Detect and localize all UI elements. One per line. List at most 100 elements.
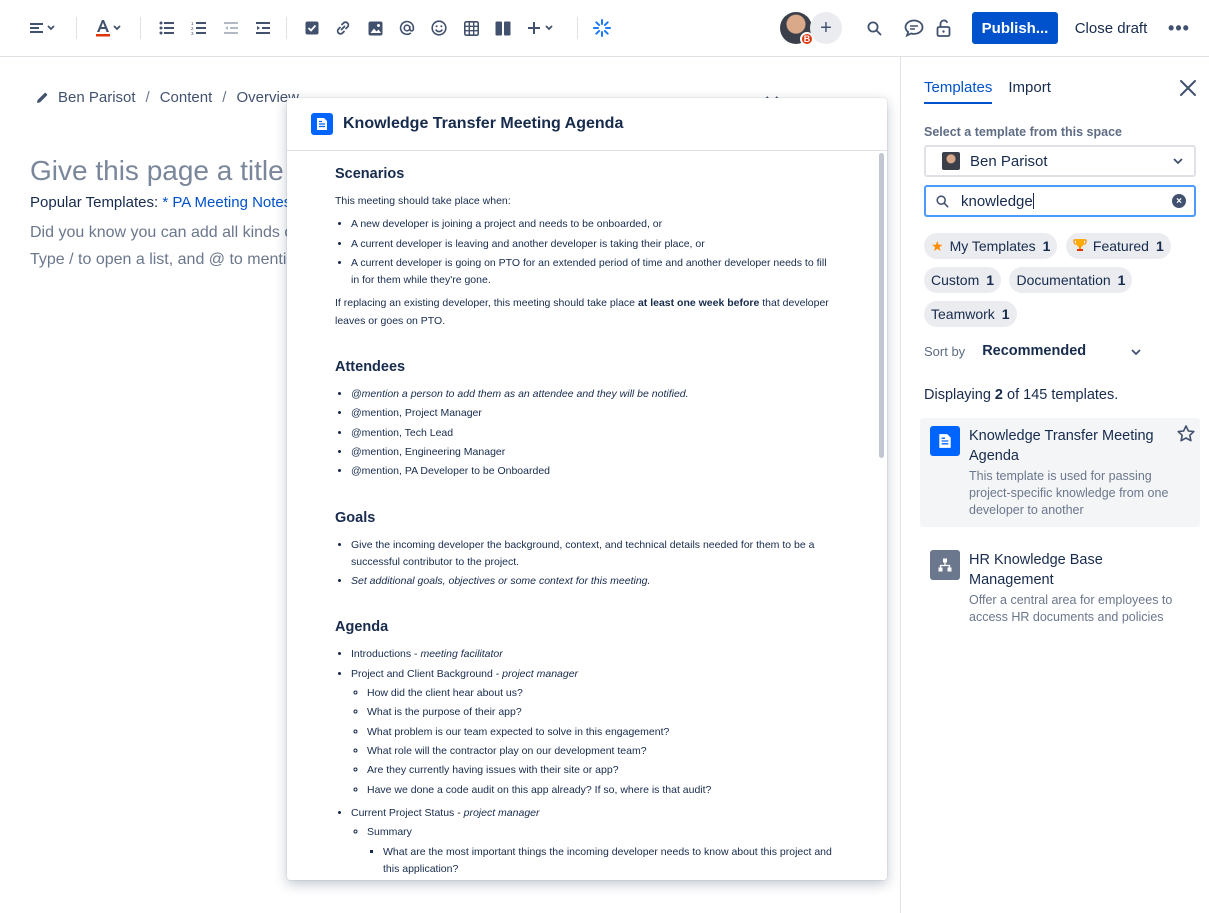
templates-toggle-button[interactable] bbox=[591, 12, 613, 44]
template-search-input[interactable]: knowledge × bbox=[924, 185, 1196, 217]
template-description: This template is used for passing projec… bbox=[969, 469, 1169, 517]
close-draft-button[interactable]: Close draft bbox=[1068, 12, 1154, 44]
link-button[interactable] bbox=[333, 12, 353, 44]
more-actions-button[interactable]: ••• bbox=[1166, 12, 1192, 44]
outdent-button[interactable] bbox=[221, 12, 241, 44]
filter-chip-custom[interactable]: Custom 1 bbox=[924, 267, 1002, 293]
section-heading: Goals bbox=[335, 509, 376, 526]
space-avatar bbox=[942, 152, 960, 170]
sort-control: Sort by Recommended bbox=[924, 343, 1142, 359]
chip-count: 1 bbox=[1155, 238, 1164, 254]
page-title-input[interactable]: Give this page a title bbox=[30, 155, 284, 187]
breadcrumb-separator: / bbox=[145, 89, 150, 106]
template-filter-chips: ★ My Templates 1 Featured 1 Custom 1 Doc… bbox=[924, 233, 1204, 335]
table-button[interactable] bbox=[461, 12, 481, 44]
search-value: knowledge bbox=[961, 192, 1033, 210]
chip-label: Documentation bbox=[1016, 272, 1111, 288]
sub-list: How did the client hear about us? What i… bbox=[351, 685, 835, 799]
star-outline-icon[interactable] bbox=[1176, 424, 1196, 444]
filter-chip-documentation[interactable]: Documentation 1 bbox=[1009, 267, 1133, 293]
chip-label: Featured bbox=[1092, 238, 1149, 254]
chip-count: 1 bbox=[1042, 238, 1051, 254]
template-result-item[interactable]: Knowledge Transfer Meeting Agenda This t… bbox=[920, 418, 1200, 527]
list-item: @mention, Tech Lead bbox=[351, 425, 835, 442]
toolbar-divider bbox=[140, 17, 141, 39]
template-result-item[interactable]: HR Knowledge Base Management Offer a cen… bbox=[920, 542, 1200, 634]
space-select-label: Select a template from this space bbox=[924, 125, 1122, 139]
space-select[interactable]: Ben Parisot bbox=[924, 145, 1196, 177]
preview-scrollbar[interactable] bbox=[879, 153, 884, 458]
columns-icon bbox=[495, 21, 511, 35]
list-item: Have we done a code audit on this app al… bbox=[367, 782, 835, 799]
numbered-list-button[interactable]: 123 bbox=[189, 12, 209, 44]
collaborator-avatar[interactable]: B bbox=[780, 12, 814, 46]
list-item: Current Project Status - project manager… bbox=[351, 805, 835, 878]
table-icon bbox=[463, 20, 479, 36]
panel-tabs: Templates Import bbox=[924, 79, 1067, 104]
template-title: Knowledge Transfer Meeting Agenda bbox=[969, 428, 1154, 464]
preview-content: Scenarios This meeting should take place… bbox=[335, 151, 835, 880]
breadcrumb: Ben Parisot / Content / Overview bbox=[36, 89, 299, 106]
list-item: Set additional goals, objectives or some… bbox=[351, 573, 835, 590]
invite-button[interactable]: + bbox=[810, 12, 842, 44]
list: Introductions - meeting facilitator Proj… bbox=[335, 646, 835, 878]
section-heading: Agenda bbox=[335, 619, 389, 636]
popular-template-link[interactable]: * PA Meeting Notes bbox=[162, 194, 291, 211]
sort-select[interactable]: Recommended bbox=[982, 343, 1142, 359]
list-item: Give the incoming developer the backgrou… bbox=[351, 537, 835, 572]
pencil-icon bbox=[37, 92, 48, 103]
list-item: A current developer is going on PTO for … bbox=[351, 255, 835, 290]
plus-icon bbox=[528, 22, 553, 34]
list: A new developer is joining a project and… bbox=[335, 216, 835, 289]
close-icon[interactable] bbox=[1177, 77, 1199, 99]
popular-templates: Popular Templates: * PA Meeting Notes bbox=[30, 194, 291, 211]
tab-templates[interactable]: Templates bbox=[924, 79, 993, 104]
layouts-button[interactable] bbox=[493, 12, 513, 44]
filter-chip-my-templates[interactable]: ★ My Templates 1 bbox=[924, 233, 1058, 259]
list-item: @mention, Engineering Manager bbox=[351, 444, 835, 461]
link-icon bbox=[336, 21, 350, 35]
restrictions-button[interactable] bbox=[934, 12, 954, 44]
list-item: @mention a person to add them as an atte… bbox=[351, 386, 835, 403]
action-item-button[interactable] bbox=[302, 12, 322, 44]
editor-hint: Type / to open a list, and @ to menti bbox=[30, 251, 287, 268]
emoji-button[interactable] bbox=[429, 12, 449, 44]
hierarchy-icon bbox=[930, 550, 960, 580]
filter-chip-teamwork[interactable]: Teamwork 1 bbox=[924, 301, 1017, 327]
mention-button[interactable] bbox=[397, 12, 417, 44]
inline-comment-button[interactable] bbox=[903, 12, 925, 44]
publish-button[interactable]: Publish... bbox=[972, 12, 1058, 44]
bullet-list-button[interactable] bbox=[157, 12, 177, 44]
tab-import[interactable]: Import bbox=[1008, 79, 1051, 104]
editor-toolbar: 123 B + Publish... Close draft ••• bbox=[0, 0, 1209, 57]
toolbar-divider bbox=[577, 17, 578, 39]
popular-templates-label: Popular Templates: bbox=[30, 194, 159, 211]
find-replace-button[interactable] bbox=[864, 12, 884, 44]
breadcrumb-item[interactable]: Ben Parisot bbox=[58, 89, 136, 106]
chevron-down-icon bbox=[1173, 158, 1183, 165]
clear-search-icon[interactable]: × bbox=[1172, 194, 1186, 208]
space-select-value: Ben Parisot bbox=[970, 152, 1048, 170]
more-icon: ••• bbox=[1168, 17, 1190, 38]
image-button[interactable] bbox=[365, 12, 385, 44]
breadcrumb-item[interactable]: Content bbox=[160, 89, 213, 106]
document-icon bbox=[311, 113, 333, 135]
template-preview: Knowledge Transfer Meeting Agenda Scenar… bbox=[287, 98, 887, 880]
filter-chip-featured[interactable]: Featured 1 bbox=[1065, 233, 1171, 259]
list-item: Project and Client Background - project … bbox=[351, 666, 835, 799]
list-item: What role will the contractor play on ou… bbox=[367, 743, 835, 760]
paragraph: This meeting should take place when: bbox=[335, 194, 511, 207]
templates-sparkle-icon bbox=[593, 19, 611, 37]
list-item: @mention, Project Manager bbox=[351, 405, 835, 422]
text-style-dropdown[interactable] bbox=[28, 12, 58, 44]
chip-label: Teamwork bbox=[931, 306, 995, 322]
paragraph: If replacing an existing developer, this… bbox=[335, 297, 829, 327]
breadcrumb-separator: / bbox=[222, 89, 227, 106]
text-color-icon bbox=[96, 20, 121, 37]
emoji-icon bbox=[431, 20, 447, 36]
sort-value: Recommended bbox=[982, 343, 1087, 359]
sub-list: Summary What are the most important thin… bbox=[351, 824, 835, 878]
text-color-dropdown[interactable] bbox=[92, 12, 124, 44]
insert-more-dropdown[interactable] bbox=[525, 12, 557, 44]
indent-button[interactable] bbox=[253, 12, 273, 44]
